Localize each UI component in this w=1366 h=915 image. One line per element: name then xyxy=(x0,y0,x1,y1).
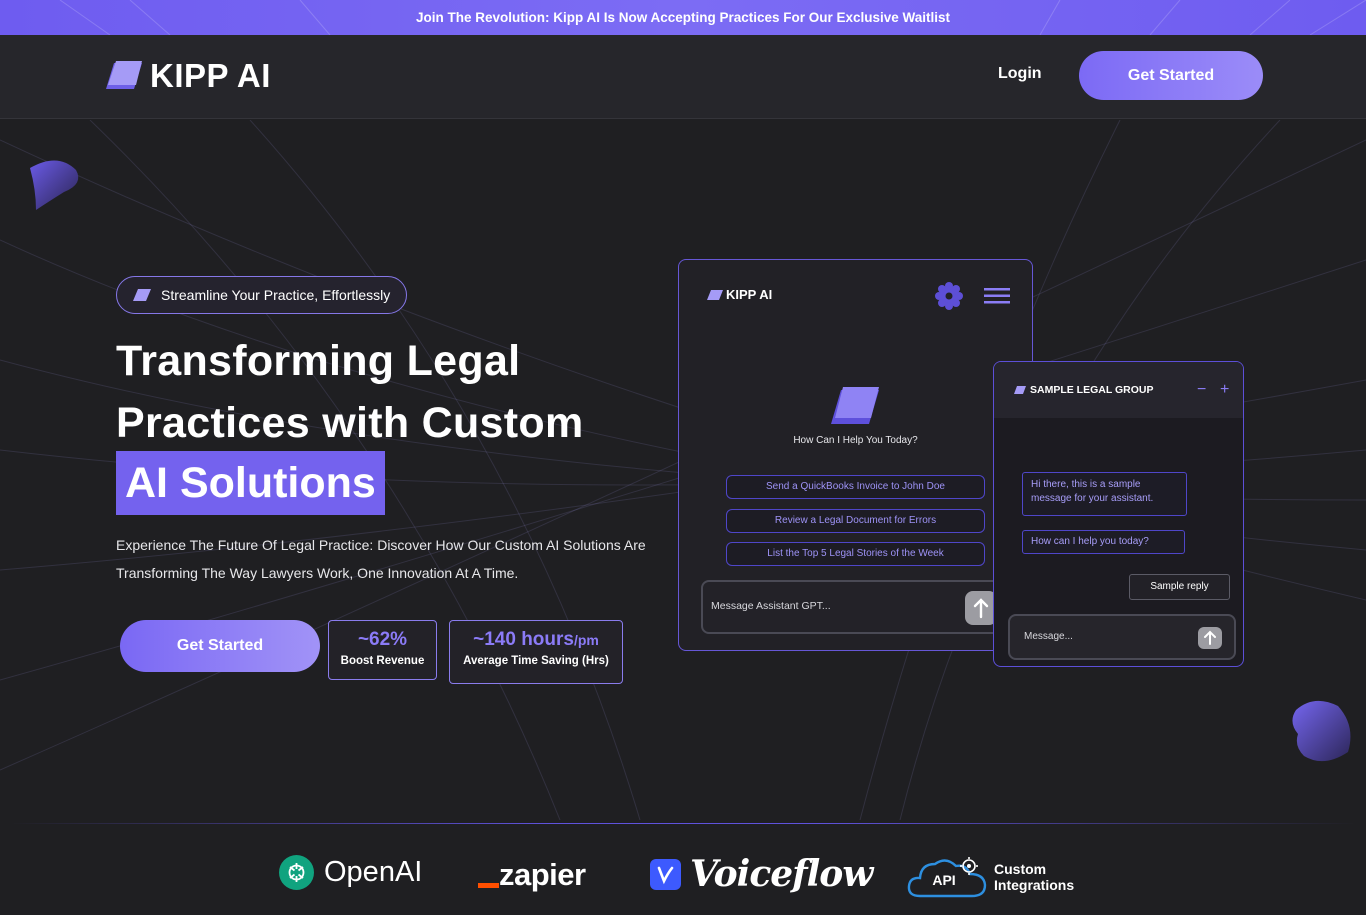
chat-widget-mockup: SAMPLE LEGAL GROUP − + Hi there, this is… xyxy=(993,361,1244,667)
gear-icon[interactable] xyxy=(935,282,963,310)
voiceflow-logo-icon xyxy=(650,858,681,890)
stat-label: Boost Revenue xyxy=(340,655,425,667)
custom-line-2: Integrations xyxy=(994,877,1075,893)
chat-message: How can I help you today? xyxy=(1022,530,1185,554)
zapier-logo-text: zapier xyxy=(499,857,586,892)
openai-logo-text: OpenAI xyxy=(324,856,423,888)
assistant-mockup: KIPP AI How Can I Help You Today? Send a… xyxy=(678,259,1033,651)
header-get-started-button[interactable]: Get Started xyxy=(1079,51,1263,100)
decorative-blob-left xyxy=(30,160,79,210)
minimize-icon[interactable]: − xyxy=(1197,381,1206,399)
voiceflow-logo-text: Voiceflow xyxy=(690,853,873,895)
stat-value: ~62% xyxy=(357,629,408,650)
suggestion-button[interactable]: Review a Legal Document for Errors xyxy=(726,509,985,533)
plus-icon[interactable]: + xyxy=(1220,381,1229,399)
logo-mark-icon xyxy=(106,61,142,89)
zapier-underscore-icon xyxy=(478,882,499,888)
assistant-message-input[interactable]: Message Assistant GPT... xyxy=(701,580,1011,634)
section-divider xyxy=(10,823,1356,824)
partner-zapier: zapier xyxy=(478,857,586,893)
logo-text: KIPP AI xyxy=(150,57,271,94)
sample-reply-button[interactable]: Sample reply xyxy=(1129,574,1230,600)
hero-subtext: Experience The Future Of Legal Practice:… xyxy=(116,537,646,581)
api-badge-text: API xyxy=(932,872,955,888)
chat-widget-header: SAMPLE LEGAL GROUP − + xyxy=(994,362,1243,418)
partner-voiceflow: Voiceflow xyxy=(650,853,873,895)
partner-openai: OpenAI xyxy=(279,855,422,890)
assistant-prompt: How Can I Help You Today? xyxy=(793,435,918,446)
login-link[interactable]: Login xyxy=(998,65,1042,83)
suggestion-button[interactable]: Send a QuickBooks Invoice to John Doe xyxy=(726,475,985,499)
logo-mark-icon xyxy=(133,289,151,301)
chat-widget-title-text: SAMPLE LEGAL GROUP xyxy=(1030,384,1154,396)
cloud-api-icon: API xyxy=(907,857,987,898)
chat-message: Hi there, this is a sample message for y… xyxy=(1022,472,1187,516)
banner-text: Join The Revolution: Kipp AI Is Now Acce… xyxy=(415,10,951,25)
hero-headline: Transforming Legal Practices with Custom xyxy=(116,330,656,454)
arrow-up-icon xyxy=(1204,630,1216,645)
custom-line-1: Custom xyxy=(994,861,1047,877)
stat-value: ~140 hours/pm xyxy=(473,629,599,650)
stat-label: Average Time Saving (Hrs) xyxy=(463,655,609,667)
headline-highlight: AI Solutions xyxy=(116,451,385,515)
input-placeholder: Message Assistant GPT... xyxy=(711,600,831,612)
openai-logo-icon xyxy=(279,855,314,890)
headline-line-2: Practices with Custom xyxy=(116,399,584,447)
stat-revenue: ~62% Boost Revenue xyxy=(328,620,437,680)
chat-widget-title: SAMPLE LEGAL GROUP xyxy=(1014,384,1153,396)
stat-time-saving: ~140 hours/pm Average Time Saving (Hrs) xyxy=(449,620,623,684)
mockup-logo: KIPP AI xyxy=(707,287,772,302)
logo-mark-icon xyxy=(831,387,879,424)
chat-message-input[interactable]: Message... xyxy=(1008,614,1236,660)
stat-unit: /pm xyxy=(573,632,599,648)
mockup-logo-text: KIPP AI xyxy=(726,287,773,302)
send-button[interactable] xyxy=(1198,627,1222,649)
tagline-pill: Streamline Your Practice, Effortlessly xyxy=(116,276,408,314)
menu-icon[interactable] xyxy=(984,287,1010,305)
input-placeholder: Message... xyxy=(1024,631,1073,642)
site-logo[interactable]: KIPP AI xyxy=(104,57,271,95)
partner-custom-integrations: API Custom Integrations xyxy=(906,852,1074,902)
custom-integrations-text: Custom Integrations xyxy=(994,861,1074,893)
site-header: KIPP AI Login Get Started xyxy=(0,35,1366,119)
hero-get-started-button[interactable]: Get Started xyxy=(120,620,320,672)
announcement-banner: Join The Revolution: Kipp AI Is Now Acce… xyxy=(0,0,1366,35)
tagline-text: Streamline Your Practice, Effortlessly xyxy=(161,287,391,303)
decorative-blob-right xyxy=(1292,700,1351,762)
suggestion-button[interactable]: List the Top 5 Legal Stories of the Week xyxy=(726,542,985,566)
headline-line-1: Transforming Legal xyxy=(116,337,521,385)
logo-mark-icon xyxy=(1014,386,1026,394)
logo-mark-icon xyxy=(707,289,723,300)
